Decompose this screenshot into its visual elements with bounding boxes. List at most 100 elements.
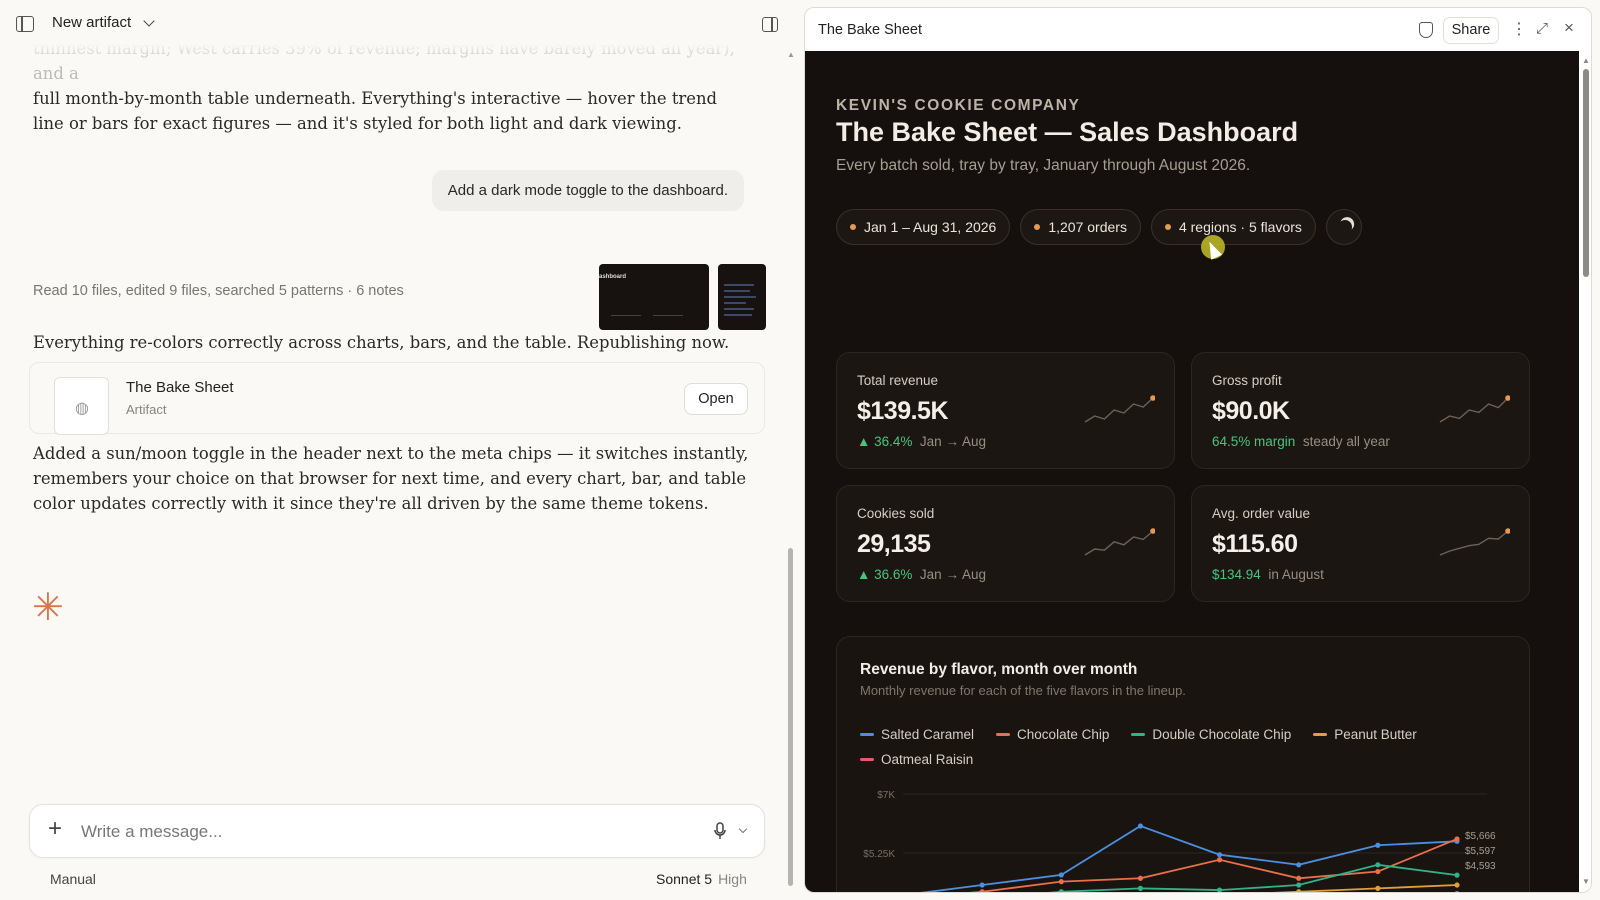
conversation-title-dropdown[interactable]: New artifact <box>52 14 155 31</box>
data-point <box>1375 842 1381 848</box>
legend-item[interactable]: Chocolate Chip <box>996 727 1109 742</box>
legend-label: Salted Caramel <box>881 727 975 742</box>
kpi-sparkline[interactable] <box>1438 395 1510 425</box>
end-value-label: $5,597 <box>1465 846 1496 857</box>
data-point <box>1296 882 1302 888</box>
moon-icon <box>1336 218 1354 236</box>
chart-legend: Salted Caramel Chocolate Chip Double Choco… <box>860 727 1460 767</box>
series-line <box>920 825 1458 892</box>
data-point <box>1454 836 1460 842</box>
data-point <box>1137 875 1144 881</box>
scroll-up-arrow[interactable]: ▲ <box>1582 56 1590 65</box>
kpi-sparkline[interactable] <box>1083 395 1155 425</box>
chat-pane: New artifact thinnest margin; West carri… <box>0 0 795 900</box>
end-value-label: $4,593 <box>1465 861 1496 872</box>
theme-toggle-button[interactable] <box>1325 209 1362 245</box>
kpi-delta: ▲ 36.4% <box>857 434 913 449</box>
artifact-panel: The Bake Sheet Share ⋮ ⤢ × KEVIN'S COOKI… <box>804 7 1592 893</box>
legend-label: Peanut Butter <box>1334 727 1417 742</box>
chevron-down-icon[interactable] <box>738 824 748 834</box>
kpi-card-revenue[interactable]: Total revenue $139.5K ▲ 36.4% Jan → Aug <box>836 352 1175 469</box>
more-options-icon[interactable]: ⋮ <box>1511 19 1527 39</box>
open-artifact-button[interactable]: Open <box>684 383 748 415</box>
kpi-delta: 64.5% margin <box>1212 434 1296 449</box>
assistant-text: Added a sun/moon toggle in the header ne… <box>33 444 749 513</box>
kpi-note: in August <box>1268 567 1324 582</box>
artifact-scrollbar[interactable]: ▲ ▼ <box>1579 51 1591 892</box>
chip-dot <box>1164 224 1171 230</box>
screenshot-thumbnail[interactable] <box>718 264 766 330</box>
assistant-text: full month-by-month table underneath. Ev… <box>33 89 718 133</box>
data-point <box>1216 857 1223 863</box>
kpi-value: 29,135 <box>857 530 931 558</box>
legend-label: Chocolate Chip <box>1017 727 1110 742</box>
message-input[interactable] <box>81 822 641 842</box>
add-attachment-icon[interactable]: + <box>48 817 62 841</box>
assistant-text: Everything re-colors correctly across ch… <box>33 333 730 352</box>
data-point <box>1137 823 1144 829</box>
artifact-card-title: The Bake Sheet <box>126 379 234 396</box>
sidebar-toggle-icon[interactable] <box>16 16 34 32</box>
kpi-card-profit[interactable]: Gross profit $90.0K 64.5% margin steady … <box>1191 352 1530 469</box>
close-icon[interactable]: × <box>1564 18 1574 38</box>
legend-swatch <box>1131 733 1146 736</box>
model-selector[interactable]: Sonnet 5 High <box>656 871 747 887</box>
kpi-subline: $134.94 in August <box>1212 567 1324 582</box>
meta-chips: Jan 1 – Aug 31, 2026 1,207 orders 4 regi… <box>836 209 1362 245</box>
chart-title: Revenue by flavor, month over month <box>860 661 1138 678</box>
dashboard-preview: KEVIN'S COOKIE COMPANY The Bake Sheet — … <box>805 51 1579 893</box>
sparkline-path <box>1439 530 1509 556</box>
scroll-down-arrow[interactable]: ▼ <box>1582 877 1590 886</box>
mode-selector[interactable]: Manual <box>50 871 96 887</box>
kpi-sparkline[interactable] <box>1438 528 1510 558</box>
artifact-header: The Bake Sheet Share ⋮ ⤢ × <box>805 8 1591 51</box>
user-message: Add a dark mode toggle to the dashboard. <box>431 170 744 211</box>
chat-scrollbar[interactable] <box>788 548 793 886</box>
microphone-icon[interactable] <box>714 822 726 840</box>
thumbnail-block <box>611 315 641 322</box>
legend-item[interactable]: Salted Caramel <box>860 727 974 742</box>
dashboard-subtitle: Every batch sold, tray by tray, January … <box>836 157 1251 174</box>
kpi-value: $115.60 <box>1212 530 1298 558</box>
kpi-card-aov[interactable]: Avg. order value $115.60 $134.94 in Augu… <box>1191 485 1530 602</box>
publish-shield-icon[interactable] <box>1419 22 1433 38</box>
share-button[interactable]: Share <box>1443 17 1499 44</box>
legend-item[interactable]: Double Chocolate Chip <box>1131 727 1291 742</box>
dashboard-title: The Bake Sheet — Sales Dashboard <box>836 117 1299 147</box>
legend-item[interactable]: Peanut Butter <box>1313 727 1417 742</box>
kpi-card-cookies[interactable]: Cookies sold 29,135 ▲ 36.6% Jan → Aug <box>836 485 1175 602</box>
kpi-value: $139.5K <box>857 397 949 425</box>
artifact-thumbnail: ◍ <box>54 377 109 435</box>
artifact-card[interactable]: ◍ The Bake Sheet Artifact Open <box>29 362 765 435</box>
data-point <box>1058 889 1064 892</box>
data-point <box>1216 852 1223 858</box>
sparkline-path <box>1439 397 1509 423</box>
legend-swatch <box>996 733 1011 736</box>
chart-subtitle: Monthly revenue for each of the five fla… <box>860 683 1186 698</box>
flavor-line-chart[interactable]: $7K $5.25K $5,666 $5,597 $4,593 <box>837 777 1530 893</box>
legend-item[interactable]: Oatmeal Raisin <box>860 752 973 767</box>
screenshot-thumbnail[interactable]: ashboard <box>599 264 709 330</box>
kpi-note: steady all year <box>1302 434 1390 449</box>
kpi-note: Jan → Aug <box>919 434 986 449</box>
artifact-card-type: Artifact <box>126 402 167 417</box>
data-point <box>1216 887 1223 892</box>
claude-spark-icon: ✳ <box>32 587 64 629</box>
expand-icon[interactable]: ⤢ <box>1536 20 1548 37</box>
kpi-sparkline[interactable] <box>1083 528 1155 558</box>
chip-dot <box>1034 224 1041 230</box>
conversation-title: New artifact <box>52 14 132 31</box>
kpi-delta: $134.94 <box>1212 567 1261 582</box>
data-point <box>1296 889 1302 892</box>
data-point <box>1296 862 1302 868</box>
kpi-label: Gross profit <box>1212 373 1282 388</box>
top-fade <box>0 36 780 62</box>
y-tick-label: $7K <box>877 790 895 801</box>
tool-activity-summary[interactable]: Read 10 files, edited 9 files, searched … <box>33 283 404 299</box>
legend-swatch <box>860 733 874 736</box>
scroll-thumb[interactable] <box>1583 69 1589 277</box>
toggle-artifact-panel-icon[interactable] <box>762 17 778 32</box>
data-point <box>1454 872 1460 878</box>
end-value-label: $5,666 <box>1465 831 1496 842</box>
scroll-up-arrow[interactable]: ▲ <box>787 50 795 59</box>
